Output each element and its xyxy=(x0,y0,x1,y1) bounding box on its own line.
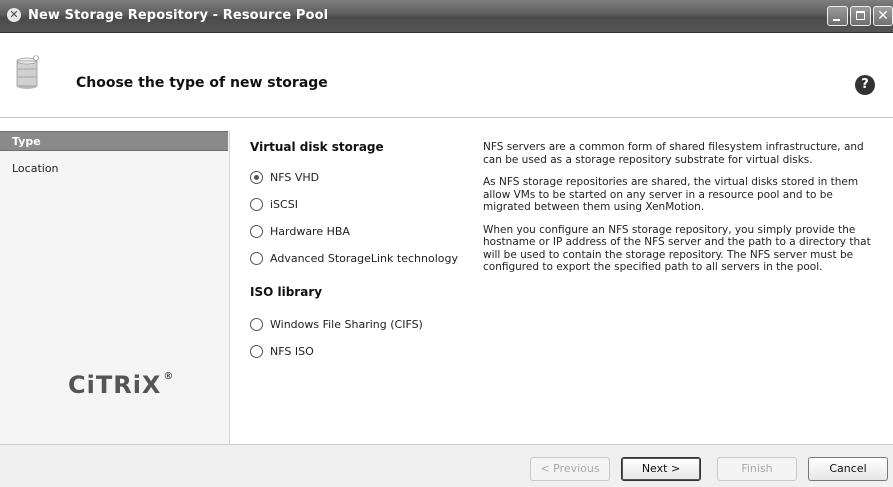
citrix-logo: CiTRiX ® xyxy=(68,371,174,399)
option-cifs[interactable]: Windows File Sharing (CIFS) xyxy=(250,315,423,333)
next-button-label: Next > xyxy=(641,462,681,475)
option-nfs-iso[interactable]: NFS ISO xyxy=(250,342,314,360)
x-server-icon[interactable]: ✕ xyxy=(7,8,21,22)
description-paragraph: NFS servers are a common form of shared … xyxy=(483,141,864,166)
cancel-button-label: Cancel xyxy=(829,462,867,475)
virtual-disk-section-title: Virtual disk storage xyxy=(250,140,384,154)
radio-cifs[interactable] xyxy=(250,317,263,331)
close-button[interactable]: ✕ xyxy=(873,6,893,26)
option-label: NFS VHD xyxy=(270,170,320,184)
iso-section-title: ISO library xyxy=(250,285,323,299)
option-storagelink[interactable]: Advanced StorageLink technology xyxy=(250,249,458,267)
minimize-icon xyxy=(833,19,840,21)
title-bar: ✕ New Storage Repository - Resource Pool… xyxy=(0,0,893,33)
logo-text: CiTRiX xyxy=(68,371,162,399)
option-label: iSCSI xyxy=(270,197,298,211)
close-icon: ✕ xyxy=(877,8,889,24)
page-title: Choose the type of new storage xyxy=(76,75,328,91)
radio-iscsi[interactable] xyxy=(250,197,263,211)
wizard-footer: < Previous Next > Finish Cancel xyxy=(0,444,893,487)
option-iscsi[interactable]: iSCSI xyxy=(250,195,298,213)
option-label: Advanced StorageLink technology xyxy=(270,251,458,265)
option-label: NFS ISO xyxy=(270,344,314,358)
radio-hardware-hba[interactable] xyxy=(250,224,263,238)
previous-button-label: < Previous xyxy=(540,462,600,475)
previous-button[interactable]: < Previous xyxy=(530,457,610,481)
finish-button-label: Finish xyxy=(741,462,773,475)
cancel-button[interactable]: Cancel xyxy=(808,457,888,481)
minimize-button[interactable] xyxy=(827,6,848,26)
option-description: NFS servers are a common form of shared … xyxy=(483,141,878,284)
help-icon[interactable]: ? xyxy=(855,75,875,95)
nav-item-type[interactable]: Type xyxy=(0,131,228,151)
maximize-button[interactable] xyxy=(850,6,871,26)
storage-icon xyxy=(16,55,39,89)
option-hardware-hba[interactable]: Hardware HBA xyxy=(250,222,350,240)
maximize-icon xyxy=(856,11,865,20)
option-nfs-vhd[interactable]: NFS VHD xyxy=(250,168,319,186)
description-paragraph: When you configure an NFS storage reposi… xyxy=(483,223,871,274)
nav-item-location[interactable]: Location xyxy=(0,159,228,179)
radio-nfs-vhd[interactable] xyxy=(250,170,263,184)
window-title: New Storage Repository - Resource Pool xyxy=(28,8,329,23)
radio-storagelink[interactable] xyxy=(250,251,263,265)
wizard-header: Choose the type of new storage ? xyxy=(0,33,893,118)
logo-mark: ® xyxy=(163,371,175,382)
option-label: Hardware HBA xyxy=(270,224,350,238)
finish-button[interactable]: Finish xyxy=(717,457,797,481)
radio-nfs-iso[interactable] xyxy=(250,344,263,358)
option-label: Windows File Sharing (CIFS) xyxy=(270,317,423,331)
wizard-nav: Type Location CiTRiX ® xyxy=(0,131,230,444)
description-paragraph: As NFS storage repositories are shared, … xyxy=(483,176,859,213)
next-button[interactable]: Next > xyxy=(621,457,701,481)
